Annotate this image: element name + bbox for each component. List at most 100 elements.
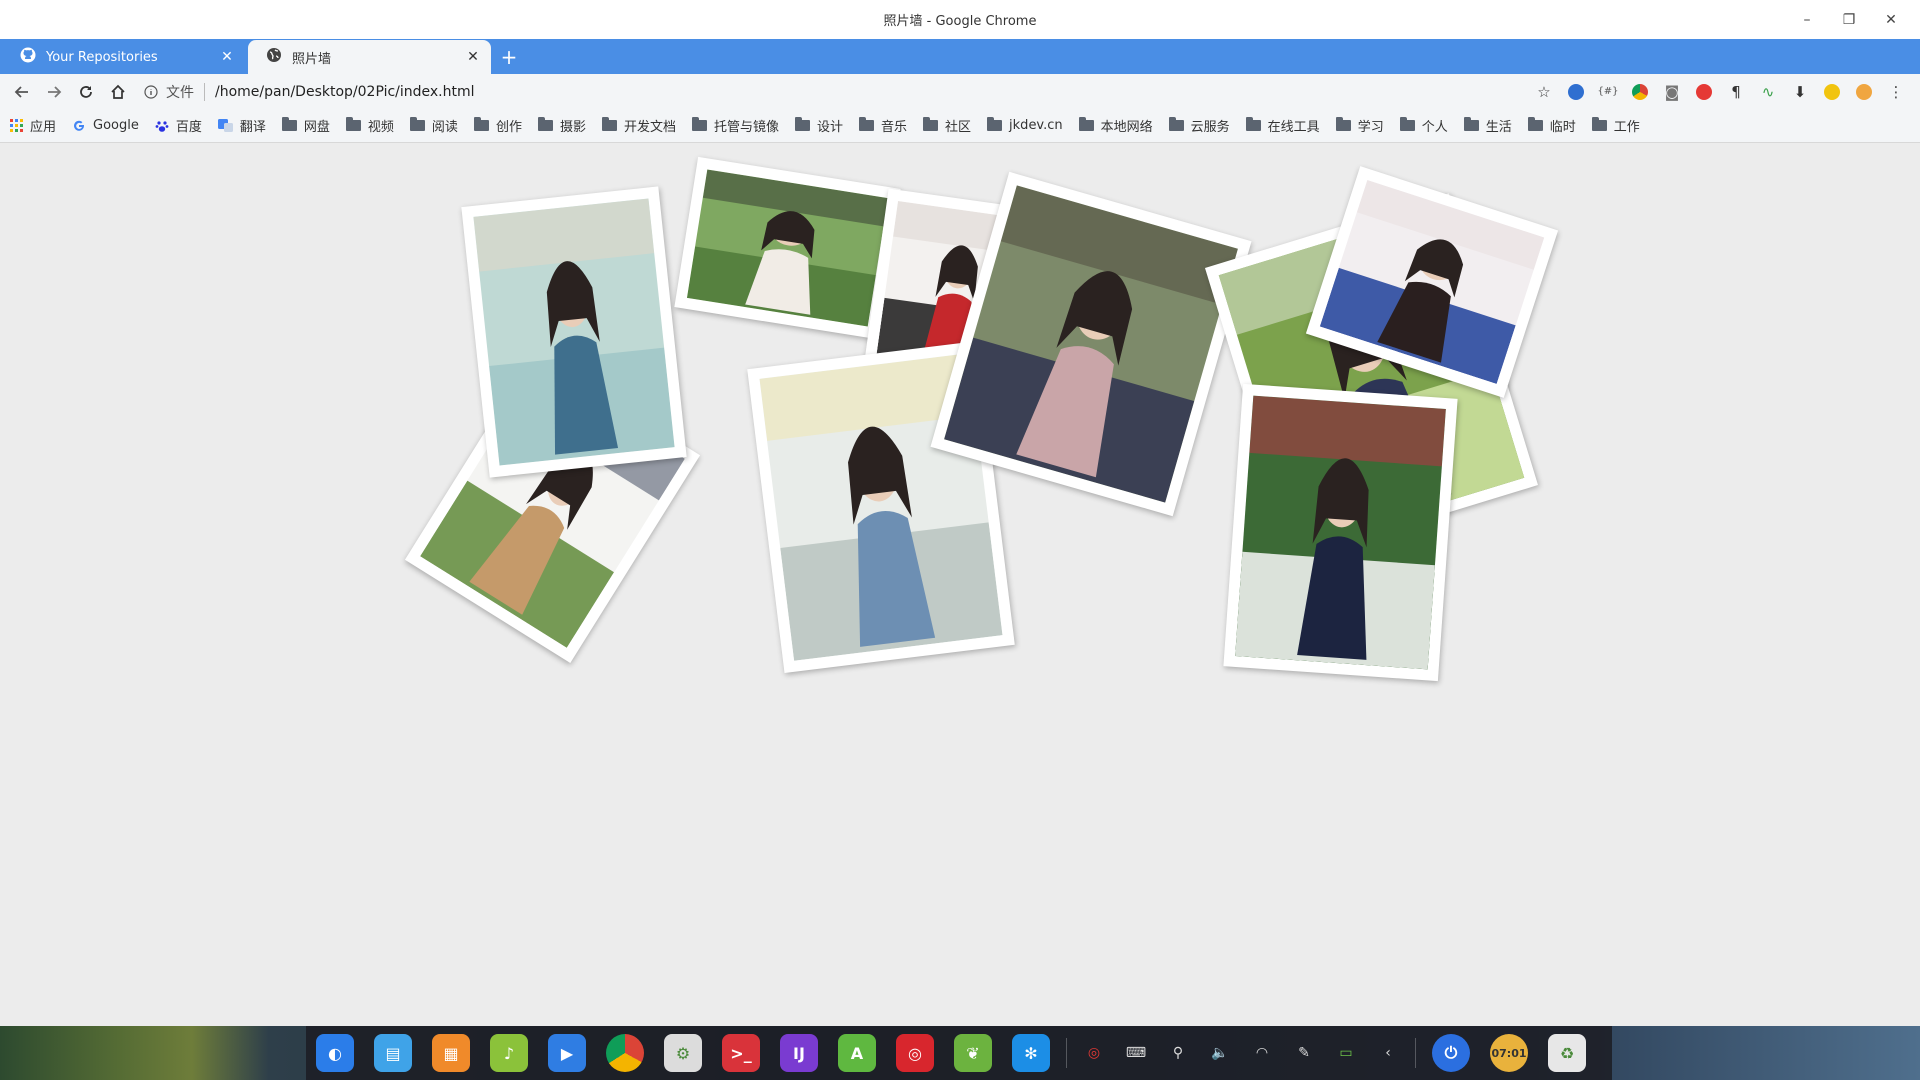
netease-music-app[interactable]: ◎: [886, 1026, 944, 1080]
back-button[interactable]: [6, 76, 38, 108]
pen-icon[interactable]: ✎: [1283, 1026, 1325, 1080]
bookmark-item[interactable]: jkdev.cn: [987, 117, 1063, 133]
dock-divider: [1415, 1038, 1416, 1068]
bookmark-item[interactable]: 翻译: [217, 116, 266, 135]
menu-icon[interactable]: ⋮: [1880, 76, 1912, 108]
bookmark-item[interactable]: 临时: [1527, 116, 1576, 135]
search-ext-icon[interactable]: [1560, 76, 1592, 108]
trash-app[interactable]: ♻: [1538, 1026, 1596, 1080]
bookmark-item[interactable]: Google: [72, 118, 139, 133]
google-icon: [72, 119, 86, 133]
bookmark-item[interactable]: 个人: [1399, 116, 1448, 135]
netease-tray-icon[interactable]: ◎: [1073, 1026, 1115, 1080]
vscode-like-app[interactable]: ✻: [1002, 1026, 1060, 1080]
json-ext-icon[interactable]: {#}: [1592, 76, 1624, 108]
bookmark-label: 百度: [175, 120, 202, 135]
keyboard-icon[interactable]: ⌨: [1115, 1026, 1157, 1080]
android-studio-icon: A: [838, 1034, 876, 1072]
bookmark-label: 音乐: [881, 120, 908, 135]
address-bar[interactable]: 文件 /home/pan/Desktop/02Pic/index.html: [144, 77, 475, 107]
intellij-app[interactable]: IJ: [770, 1026, 828, 1080]
bookmark-item[interactable]: 本地网络: [1078, 116, 1153, 135]
bookmark-item[interactable]: 学习: [1335, 116, 1384, 135]
bookmark-item[interactable]: 云服务: [1168, 116, 1230, 135]
dock-divider: [1066, 1038, 1067, 1068]
bookmark-item[interactable]: 阅读: [409, 116, 458, 135]
url-text[interactable]: /home/pan/Desktop/02Pic/index.html: [215, 84, 475, 100]
bookmark-label: jkdev.cn: [1009, 118, 1063, 133]
music-app[interactable]: ♪: [480, 1026, 538, 1080]
bookmark-item[interactable]: 网盘: [281, 116, 330, 135]
bookmark-label: 网盘: [303, 120, 330, 135]
bookmark-item[interactable]: 摄影: [537, 116, 586, 135]
clock-app[interactable]: 07:01: [1480, 1026, 1538, 1080]
bookmark-label: 创作: [495, 120, 522, 135]
emoji-ext-icon[interactable]: [1848, 76, 1880, 108]
dock: ◐ ▤ ▦ ♪ ▶ ⚙ >_ IJ A ◎ ❦ ✻ ◎ ⌨ ⚲ 🔈 ◠ ✎ ▭ ‹ ⏻ 07:01 ♻: [306, 1026, 1612, 1080]
bookmark-item[interactable]: 设计: [795, 116, 843, 135]
folder-icon: [1591, 117, 1607, 131]
power-app[interactable]: ⏻: [1422, 1026, 1480, 1080]
site-info-label[interactable]: 文件: [166, 82, 194, 102]
paragraph-ext-icon[interactable]: ¶: [1720, 76, 1752, 108]
bookmark-item[interactable]: 开发文档: [601, 116, 676, 135]
tab-your-repositories[interactable]: Your Repositories ✕: [2, 40, 245, 74]
browser-toolbar: 文件 /home/pan/Desktop/02Pic/index.html ☆ …: [0, 74, 1920, 109]
bookmark-item[interactable]: 在线工具: [1245, 116, 1320, 135]
tab-label: 照片墙: [292, 51, 332, 67]
restore-button[interactable]: ❐: [1828, 0, 1870, 39]
spring-app[interactable]: ❦: [944, 1026, 1002, 1080]
wifi-icon[interactable]: ◠: [1241, 1026, 1283, 1080]
bookmark-item[interactable]: 创作: [473, 116, 522, 135]
bookmark-label: 翻译: [239, 120, 266, 135]
bookmark-label: 应用: [30, 120, 57, 135]
close-window-button[interactable]: ✕: [1870, 0, 1912, 39]
bookmark-item[interactable]: 百度: [155, 116, 202, 135]
bookmark-label: 学习: [1357, 120, 1384, 135]
download-ext-icon[interactable]: ⬇: [1784, 76, 1816, 108]
pulse-ext-icon[interactable]: ∿: [1752, 76, 1784, 108]
bookmark-star-icon[interactable]: ☆: [1528, 76, 1560, 108]
vscode-like-icon: ✻: [1012, 1034, 1050, 1072]
chrome-app[interactable]: [596, 1026, 654, 1080]
reload-button[interactable]: [70, 76, 102, 108]
flash-ext-icon[interactable]: [1688, 76, 1720, 108]
camera-ext-icon[interactable]: ◙: [1656, 76, 1688, 108]
home-icon: [111, 84, 125, 99]
chevron-left-icon[interactable]: ‹: [1367, 1026, 1409, 1080]
tab-photo-wall[interactable]: 照片墙 ✕: [248, 40, 491, 74]
photo-girl-sailor-red: [1223, 383, 1458, 682]
bookmark-label: 在线工具: [1267, 120, 1320, 135]
close-tab-icon[interactable]: ✕: [219, 49, 235, 65]
chrome-ext-icon[interactable]: [1624, 76, 1656, 108]
bookmark-item[interactable]: 社区: [923, 116, 971, 135]
settings-app[interactable]: ⚙: [654, 1026, 712, 1080]
bookmark-item[interactable]: 视频: [345, 116, 394, 135]
info-icon: [144, 84, 158, 99]
video-icon: ▶: [548, 1034, 586, 1072]
forward-button[interactable]: [38, 76, 70, 108]
video-app[interactable]: ▶: [538, 1026, 596, 1080]
home-button[interactable]: [102, 76, 134, 108]
volume-icon[interactable]: 🔈: [1199, 1026, 1241, 1080]
app-store-app[interactable]: ▦: [422, 1026, 480, 1080]
battery-icon[interactable]: ▭: [1325, 1026, 1367, 1080]
bookmark-label: 生活: [1485, 120, 1512, 135]
close-tab-icon[interactable]: ✕: [465, 49, 481, 65]
bookmark-item[interactable]: 工作: [1591, 116, 1640, 135]
window-title-bar: 照片墙 - Google Chrome – ❐ ✕: [0, 0, 1920, 39]
usb-icon[interactable]: ⚲: [1157, 1026, 1199, 1080]
android-studio-app[interactable]: A: [828, 1026, 886, 1080]
bookmark-item[interactable]: 应用: [10, 116, 56, 135]
address-divider: [204, 82, 205, 101]
translate-ext-icon[interactable]: [1816, 76, 1848, 108]
minimize-button[interactable]: –: [1786, 0, 1828, 39]
launcher-app[interactable]: ◐: [306, 1026, 364, 1080]
bookmark-item[interactable]: 音乐: [859, 116, 907, 135]
file-manager-app[interactable]: ▤: [364, 1026, 422, 1080]
bookmark-item[interactable]: 生活: [1463, 116, 1512, 135]
bookmark-label: 社区: [945, 120, 972, 135]
terminal-app[interactable]: >_: [712, 1026, 770, 1080]
new-tab-button[interactable]: +: [496, 39, 522, 74]
bookmark-item[interactable]: 托管与镜像: [691, 116, 779, 135]
